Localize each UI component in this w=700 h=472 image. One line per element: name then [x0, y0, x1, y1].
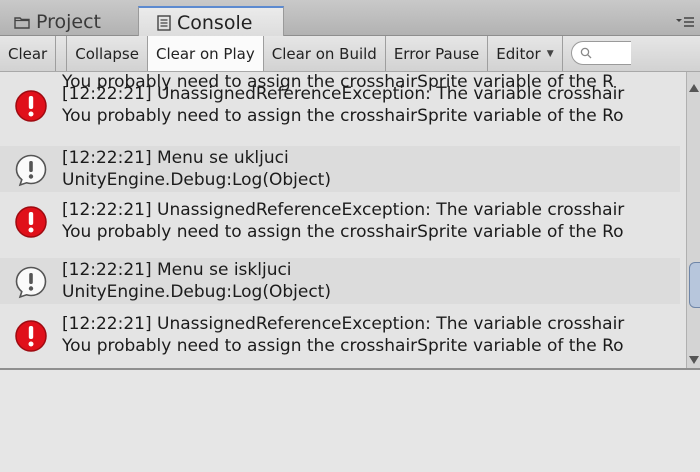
clear-button[interactable]: Clear: [0, 36, 57, 71]
tab-console-label: Console: [177, 11, 253, 34]
log-entry-line1: [12:22:21] Menu se ukljuci: [62, 148, 289, 168]
log-entry-line2: You probably need to assign the crosshai…: [62, 222, 624, 242]
log-entry-line2: UnityEngine.Debug:Log(Object): [62, 170, 331, 190]
list-item[interactable]: [12:22:21] Menu se ukljuci UnityEngine.D…: [0, 146, 680, 192]
clear-on-play-button[interactable]: Clear on Play: [147, 36, 264, 71]
list-item[interactable]: [12:22:21] UnassignedReferenceException:…: [0, 312, 680, 358]
info-icon: [14, 265, 48, 299]
search-icon: [580, 44, 592, 63]
toolbar-spacer: [56, 36, 68, 71]
tab-project[interactable]: Project: [14, 8, 101, 36]
log-entry-line2: You probably need to assign the crosshai…: [62, 336, 624, 356]
log-detail-pane[interactable]: [0, 370, 700, 472]
console-log-list[interactable]: You probably need to assign the crosshai…: [0, 72, 700, 370]
collapse-button[interactable]: Collapse: [67, 36, 148, 71]
editor-dropdown-label: Editor: [496, 44, 541, 63]
error-icon: [14, 319, 48, 353]
info-icon: [14, 153, 48, 187]
chevron-down-icon: ▼: [546, 48, 554, 59]
folder-icon: [14, 16, 30, 29]
editor-dropdown[interactable]: Editor ▼: [488, 36, 563, 71]
log-entry-line1: [12:22:21] UnassignedReferenceException:…: [62, 200, 625, 220]
vertical-scrollbar[interactable]: [686, 72, 700, 368]
log-entry-line1: [12:22:21] UnassignedReferenceException:…: [62, 314, 625, 334]
scroll-up-arrow-icon[interactable]: [689, 84, 699, 92]
tab-console[interactable]: Console: [138, 6, 284, 37]
log-entry-line2: You probably need to assign the crosshai…: [62, 106, 624, 126]
scrollbar-thumb[interactable]: [689, 262, 700, 308]
list-item[interactable]: [12:22:21] UnassignedReferenceException:…: [0, 198, 680, 244]
list-item[interactable]: [12:22:21] Menu se iskljuci UnityEngine.…: [0, 258, 680, 304]
search-input[interactable]: [570, 41, 631, 65]
error-icon: [14, 89, 48, 123]
scroll-down-arrow-icon[interactable]: [689, 356, 699, 364]
log-entry-line2: UnityEngine.Debug:Log(Object): [62, 282, 331, 302]
clear-on-build-button[interactable]: Clear on Build: [264, 36, 386, 71]
list-item[interactable]: [12:22:21] UnassignedReferenceException:…: [0, 82, 680, 128]
error-pause-button[interactable]: Error Pause: [386, 36, 489, 71]
log-entry-line1: [12:22:21] Menu se iskljuci: [62, 260, 292, 280]
log-entry-line1: [12:22:21] UnassignedReferenceException:…: [62, 84, 625, 104]
panel-menu-icon[interactable]: [676, 13, 694, 27]
tab-project-label: Project: [36, 11, 102, 33]
error-icon: [14, 205, 48, 239]
console-toolbar: Clear Collapse Clear on Play Clear on Bu…: [0, 36, 700, 72]
console-icon: [157, 14, 171, 31]
tab-bar: Project Console: [0, 0, 700, 37]
